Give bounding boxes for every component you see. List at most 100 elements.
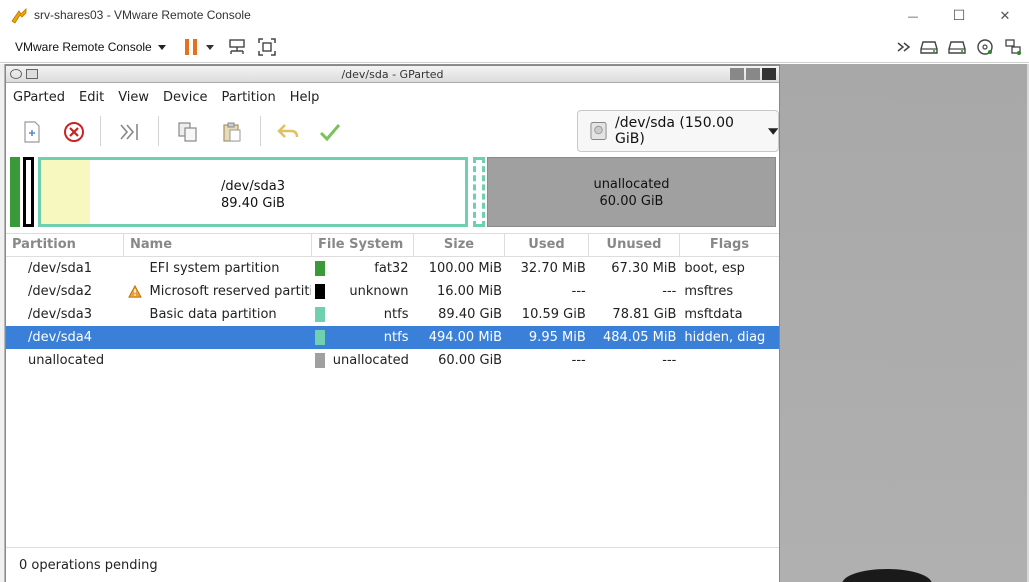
menu-gparted[interactable]: GParted [6, 90, 72, 105]
column-header-used[interactable]: Used [505, 234, 589, 256]
warning-cell [124, 284, 146, 299]
double-chevron-right-icon [897, 42, 911, 52]
size-cell: 494.00 MiB [428, 330, 503, 345]
partition-cell: /dev/sda1 [28, 261, 92, 276]
window-title: srv-shares03 - VMware Remote Console [34, 8, 251, 22]
partition-block-unallocated[interactable]: unallocated 60.00 GiB [487, 157, 776, 227]
maximize-button[interactable] [746, 68, 760, 80]
pause-button[interactable] [180, 37, 202, 57]
close-icon: ✕ [999, 8, 1011, 24]
hard-disk-device-button[interactable] [918, 37, 940, 57]
resize-move-button[interactable] [116, 118, 144, 146]
maximize-button[interactable]: ☐ [936, 4, 982, 28]
column-header-size[interactable]: Size [414, 234, 505, 256]
unused-cell: 78.81 GiB [612, 307, 677, 322]
fs-color-cell [311, 261, 329, 276]
window-menu-icon[interactable] [10, 69, 22, 79]
column-header-partition[interactable]: Partition [6, 234, 124, 256]
delete-icon [64, 122, 84, 142]
used-cell: 10.59 GiB [521, 307, 586, 322]
send-ctrl-alt-del-button[interactable] [226, 37, 248, 57]
pause-icon [185, 39, 197, 55]
vmrc-menu-label: VMware Remote Console [15, 40, 152, 54]
menu-edit[interactable]: Edit [72, 90, 111, 105]
vmrc-toolbar: VMware Remote Console [0, 32, 1029, 63]
table-header: Partition Name File System Size Used Unu… [6, 233, 779, 257]
device-selector-label: /dev/sda (150.00 GiB) [615, 115, 734, 147]
cd-dvd-device-button[interactable] [974, 37, 996, 57]
unallocated-size: 60.00 GiB [599, 194, 664, 209]
fs-color-swatch [314, 353, 325, 368]
delete-partition-button[interactable] [60, 118, 88, 146]
new-document-icon [24, 121, 40, 143]
partition-block-sda3[interactable]: /dev/sda3 89.40 GiB [38, 157, 468, 227]
partition-block-sda4[interactable] [473, 157, 485, 227]
fs-color-swatch [314, 330, 325, 345]
hard-disk-device-button-2[interactable] [946, 37, 968, 57]
partition-block-sda2[interactable] [23, 157, 34, 227]
partition-cell: /dev/sda2 [28, 284, 92, 299]
partition-cell: /dev/sda3 [28, 307, 92, 322]
menu-partition[interactable]: Partition [215, 90, 283, 105]
used-cell: 32.70 MiB [520, 261, 586, 276]
table-row[interactable]: /dev/sda3 Basic data partition ntfs 89.40 G… [6, 303, 779, 326]
fs-color-cell [311, 353, 329, 368]
hard-disk-icon [590, 122, 607, 140]
file-system-cell: unallocated [332, 353, 409, 368]
close-button[interactable] [762, 68, 776, 80]
column-header-unused[interactable]: Unused [589, 234, 680, 256]
size-cell: 89.40 GiB [438, 307, 503, 322]
paste-button[interactable] [218, 118, 246, 146]
vmrc-menu-button[interactable]: VMware Remote Console [9, 36, 172, 58]
used-cell: --- [571, 353, 586, 368]
flags-cell: msftdata [684, 307, 743, 322]
partition-cell: /dev/sda4 [28, 330, 92, 345]
partition-block-label: /dev/sda3 89.40 GiB [41, 178, 465, 212]
table-row[interactable]: unallocated unallocated 60.00 GiB --- --- [6, 349, 779, 372]
table-row[interactable]: /dev/sda1 EFI system partition fat32 100.00… [6, 257, 779, 280]
name-cell: Basic data partition [149, 307, 277, 322]
resize-move-icon [120, 124, 138, 140]
minimize-button[interactable]: — [890, 4, 936, 28]
fullscreen-button[interactable] [256, 37, 278, 57]
file-system-cell: fat32 [374, 261, 409, 276]
partition-size: 89.40 GiB [221, 196, 285, 211]
more-devices-button[interactable] [893, 37, 915, 57]
gparted-window: /dev/sda - GParted GParted Edit View Dev… [5, 65, 780, 582]
fs-color-swatch [314, 261, 325, 276]
copy-button[interactable] [174, 118, 202, 146]
network-device-button[interactable] [1002, 37, 1024, 57]
column-header-file-system[interactable]: File System [312, 234, 414, 256]
gparted-window-title: /dev/sda - GParted [341, 68, 444, 81]
size-cell: 16.00 MiB [436, 284, 503, 299]
used-cell: 9.95 MiB [528, 330, 586, 345]
column-header-flags[interactable]: Flags [680, 234, 779, 256]
fs-color-cell [311, 330, 329, 345]
unused-cell: 67.30 MiB [611, 261, 677, 276]
chevron-down-icon [767, 127, 778, 135]
menu-view[interactable]: View [111, 90, 156, 105]
minimize-button[interactable] [730, 68, 744, 80]
menu-device[interactable]: Device [156, 90, 214, 105]
gparted-app-icon [26, 69, 38, 79]
flags-cell: msftres [684, 284, 734, 299]
partition-block-sda1[interactable] [10, 157, 20, 227]
close-button[interactable]: ✕ [982, 4, 1028, 28]
size-cell: 100.00 MiB [428, 261, 503, 276]
device-selector[interactable]: /dev/sda (150.00 GiB) [577, 110, 779, 152]
column-header-name[interactable]: Name [124, 234, 312, 256]
chevron-down-icon [206, 44, 214, 50]
new-partition-button[interactable] [18, 118, 46, 146]
menu-help[interactable]: Help [283, 90, 327, 105]
fs-color-cell [311, 307, 329, 322]
copy-icon [178, 122, 197, 142]
undo-button[interactable] [274, 118, 302, 146]
pause-dropdown[interactable] [203, 37, 217, 57]
name-cell: Microsoft reserved partition [149, 284, 311, 299]
table-row[interactable]: /dev/sda2 Microsoft reserved partition unk… [6, 280, 779, 303]
fs-color-swatch [314, 307, 325, 322]
apply-button[interactable] [316, 118, 344, 146]
flags-cell: hidden, diag [684, 330, 766, 345]
table-row[interactable]: /dev/sda4 ntfs 494.00 MiB 9.95 MiB 484.05 Mi… [6, 326, 779, 349]
minimize-icon: — [907, 9, 919, 23]
